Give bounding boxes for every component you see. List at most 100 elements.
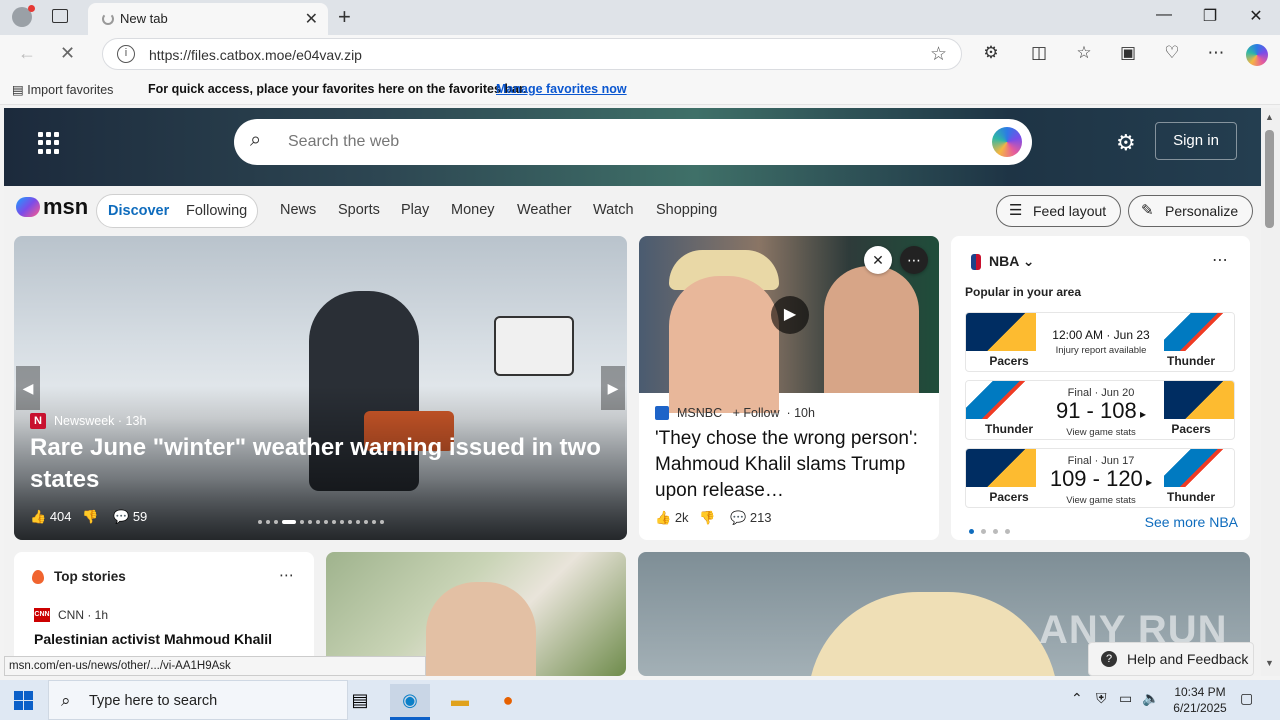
tab-strip: New tab ✕ + — ❐ ✕ — [0, 0, 1280, 35]
scroll-down-arrow-icon[interactable]: ▼ — [1265, 658, 1274, 668]
story-headline[interactable]: Palestinian activist Mahmoud Khalil — [34, 629, 299, 649]
nav-watch[interactable]: Watch — [593, 202, 634, 218]
hero-banner: ⌕ Search the web ⚙ Sign in — [4, 108, 1261, 186]
search-input[interactable]: Search the web — [288, 133, 399, 151]
stop-loading-icon[interactable]: ✕ — [60, 43, 75, 64]
minimize-button[interactable]: — — [1149, 6, 1179, 24]
person-face-image — [824, 266, 919, 393]
nav-sports[interactable]: Sports — [338, 202, 380, 218]
import-favorites-label: Import favorites — [27, 83, 114, 97]
story-more-icon[interactable]: ⋯ — [900, 246, 928, 274]
file-explorer-icon[interactable]: ▬ — [440, 684, 480, 720]
collections-icon[interactable]: ▣ — [1116, 43, 1140, 63]
task-view-icon[interactable]: ▤ — [340, 684, 380, 720]
comment-icon[interactable]: 💬 — [113, 509, 129, 524]
carousel-next-button[interactable]: ▶ — [601, 366, 625, 410]
web-search-box[interactable]: ⌕ Search the web — [234, 119, 1032, 165]
widget-pager[interactable] — [969, 521, 1017, 539]
browser-essentials-icon[interactable]: ♡ — [1160, 43, 1184, 63]
nav-weather[interactable]: Weather — [517, 202, 572, 218]
volume-icon[interactable]: 🔈 — [1142, 690, 1159, 707]
security-icon[interactable]: ⛨ — [1096, 690, 1107, 707]
play-video-icon[interactable]: ▶ — [771, 296, 809, 334]
carousel-prev-button[interactable]: ◀ — [16, 366, 40, 410]
game-card[interactable]: Final · Jun 17 109 - 120 ▸ View game sta… — [965, 448, 1235, 508]
tab-new-tab[interactable]: New tab ✕ — [88, 3, 328, 35]
copilot-search-icon[interactable] — [992, 127, 1022, 157]
page-scrollbar[interactable]: ▲ ▼ — [1261, 108, 1280, 676]
start-button[interactable] — [14, 691, 33, 710]
carousel-dots[interactable] — [258, 520, 388, 524]
scroll-up-arrow-icon[interactable]: ▲ — [1265, 112, 1274, 122]
like-icon[interactable]: 👍 — [30, 509, 46, 524]
network-icon[interactable]: ▭ — [1119, 690, 1132, 707]
game-stats-link[interactable]: View game stats — [1046, 495, 1156, 506]
firefox-app-icon[interactable]: ● — [488, 684, 528, 720]
split-screen-icon[interactable]: ◫ — [1027, 43, 1051, 63]
new-tab-button[interactable]: + — [338, 4, 351, 30]
nba-logo-icon — [971, 254, 981, 270]
game-card[interactable]: 12:00 AM · Jun 23 Injury report availabl… — [965, 312, 1235, 372]
story-card-msnbc[interactable]: ▶ ✕ ⋯ MSNBC + Follow · 10h 'They chose t… — [639, 236, 939, 540]
address-bar[interactable]: i https://files.catbox.moe/e04vav.zip ☆ — [102, 38, 962, 70]
follow-button[interactable]: + Follow — [733, 406, 780, 420]
game-card[interactable]: Final · Jun 20 91 - 108 ▸ View game stat… — [965, 380, 1235, 440]
msn-navigation: msn Discover Following News Sports Play … — [4, 186, 1261, 236]
feed-layout-button[interactable]: ☰ Feed layout — [996, 195, 1122, 227]
team-right: Pacers — [1171, 422, 1211, 436]
notifications-icon[interactable]: ▢ — [1240, 690, 1253, 707]
lead-story-card[interactable]: ◀ ▶ N Newsweek · 13h Rare June "winter" … — [14, 236, 627, 540]
back-icon[interactable]: ← — [18, 43, 36, 64]
copilot-icon[interactable] — [1246, 44, 1268, 66]
scroll-thumb[interactable] — [1265, 130, 1274, 228]
favorite-star-icon[interactable]: ☆ — [930, 43, 947, 66]
tab-discover[interactable]: Discover — [108, 203, 169, 219]
see-more-nba-link[interactable]: See more NBA — [1145, 514, 1238, 530]
dismiss-story-icon[interactable]: ✕ — [864, 246, 892, 274]
close-tab-icon[interactable]: ✕ — [305, 9, 318, 29]
import-favorites-button[interactable]: ▤ Import favorites — [12, 82, 113, 97]
person-face-image — [426, 582, 536, 676]
edge-app-icon[interactable]: ◉ — [390, 684, 430, 720]
nav-play[interactable]: Play — [401, 202, 429, 218]
taskbar-clock[interactable]: 10:34 PM 6/21/2025 — [1168, 684, 1232, 716]
nba-league-selector[interactable]: NBA ⌄ — [989, 253, 1034, 270]
top-stories-title[interactable]: Top stories — [54, 569, 126, 584]
msn-page: ⌕ Search the web ⚙ Sign in msn Discover … — [4, 108, 1261, 676]
extensions-icon[interactable]: ⚙ — [979, 43, 1003, 63]
story-headline[interactable]: 'They chose the wrong person': Mahmoud K… — [655, 426, 925, 504]
personalize-button[interactable]: ✎ Personalize — [1128, 195, 1254, 227]
loading-spinner-icon — [102, 13, 114, 25]
sign-in-button[interactable]: Sign in — [1155, 122, 1237, 160]
tab-actions-icon[interactable] — [52, 9, 68, 23]
story-headline[interactable]: Rare June "winter" weather warning issue… — [30, 432, 610, 496]
taskbar-search-input[interactable]: Type here to search — [89, 693, 217, 709]
card-more-icon[interactable]: ⋯ — [279, 566, 294, 584]
site-info-icon[interactable]: i — [117, 45, 135, 63]
msn-logo[interactable]: msn — [16, 194, 88, 220]
search-icon: ⌕ — [250, 129, 262, 151]
nav-money[interactable]: Money — [451, 202, 495, 218]
help-label: Help and Feedback — [1127, 651, 1249, 667]
comment-icon[interactable]: 💬 — [730, 510, 746, 525]
restore-button[interactable]: ❐ — [1195, 6, 1225, 26]
manage-favorites-link[interactable]: Manage favorites now — [496, 82, 627, 96]
more-menu-icon[interactable]: ⋯ — [1204, 43, 1228, 63]
dislike-icon[interactable]: 👎 — [82, 509, 98, 524]
show-hidden-icons-icon[interactable]: ⌃ — [1071, 690, 1083, 707]
game-stats-link[interactable]: View game stats — [1046, 427, 1156, 438]
nav-shopping[interactable]: Shopping — [656, 202, 717, 218]
apps-grid-icon[interactable] — [38, 132, 60, 154]
like-icon[interactable]: 👍 — [655, 510, 671, 525]
taskbar-search[interactable]: ⌕ Type here to search — [48, 680, 348, 720]
widget-more-icon[interactable]: ⋯ — [1212, 250, 1228, 270]
person-face-image — [669, 276, 779, 413]
favorites-icon[interactable]: ☆ — [1072, 43, 1096, 63]
url-text[interactable]: https://files.catbox.moe/e04vav.zip — [149, 47, 362, 63]
tab-following[interactable]: Following — [186, 203, 247, 219]
help-feedback-button[interactable]: ? Help and Feedback — [1088, 642, 1254, 676]
settings-gear-icon[interactable]: ⚙ — [1116, 130, 1136, 156]
nav-news[interactable]: News — [280, 202, 316, 218]
close-window-button[interactable]: ✕ — [1241, 6, 1271, 26]
dislike-icon[interactable]: 👎 — [699, 510, 715, 525]
